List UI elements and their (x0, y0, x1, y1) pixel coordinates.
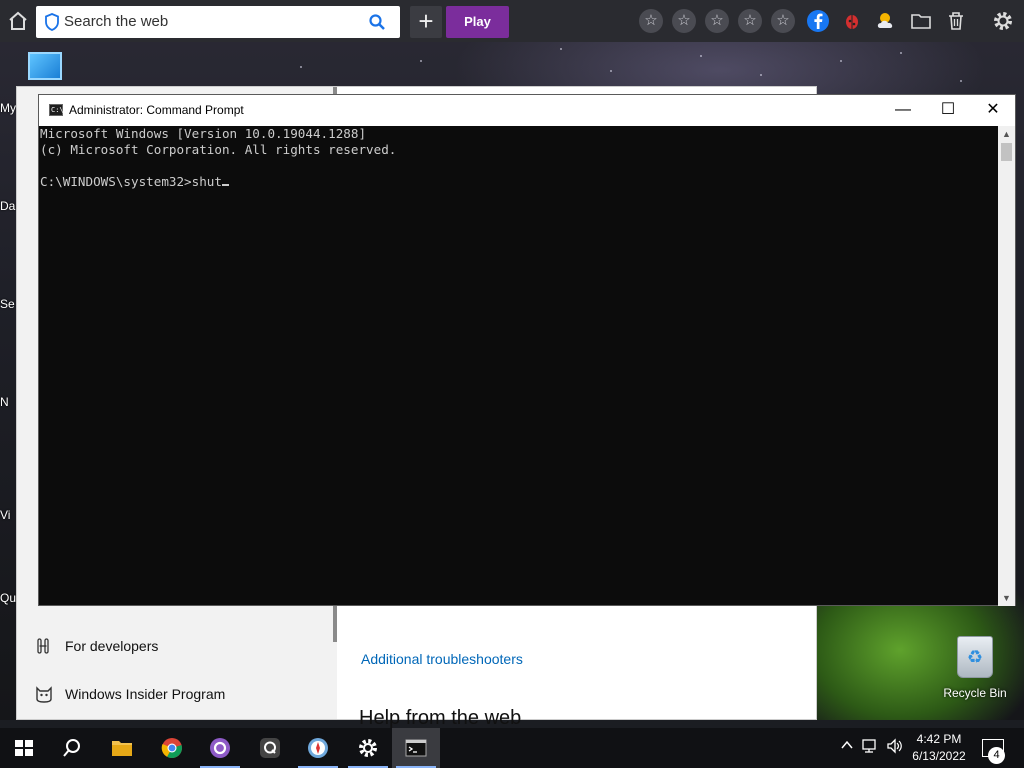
chevron-up-icon[interactable] (840, 738, 854, 755)
developer-tools-icon (35, 637, 53, 655)
settings-gear-icon[interactable] (344, 728, 392, 768)
star-icon[interactable]: ☆ (705, 9, 729, 33)
star-icon[interactable]: ☆ (738, 9, 762, 33)
scroll-down-arrow-icon[interactable]: ▼ (998, 590, 1015, 606)
close-button[interactable]: ✕ (970, 95, 1016, 126)
app-circle-icon[interactable] (196, 728, 244, 768)
search-placeholder: Search the web (64, 13, 169, 30)
desktop-icon-label[interactable]: Da (0, 199, 15, 213)
network-icon[interactable] (862, 738, 880, 757)
trash-icon[interactable] (944, 9, 968, 33)
web-search-box[interactable]: Search the web (36, 6, 400, 38)
sidebar-item-label: Windows Insider Program (65, 686, 226, 702)
scroll-up-arrow-icon[interactable]: ▲ (998, 126, 1015, 142)
desktop-icon-label[interactable]: My (0, 101, 16, 115)
notification-count-badge: 4 (988, 747, 1005, 764)
console-prompt-line: C:\WINDOWS\system32>shut (40, 174, 1000, 190)
windows-start-icon[interactable] (0, 728, 48, 768)
star-icon[interactable]: ☆ (672, 9, 696, 33)
play-button[interactable]: Play (446, 6, 509, 38)
desktop-icon-label[interactable]: Qu (0, 591, 16, 605)
vertical-scrollbar[interactable]: ▲ ▼ (998, 126, 1015, 606)
bug-icon[interactable] (840, 9, 864, 33)
system-clock[interactable]: 4:42 PM 6/13/2022 (906, 731, 972, 765)
insider-cat-icon (35, 685, 53, 703)
cmd-titlebar[interactable]: C:\_ Administrator: Command Prompt — ☐ ✕ (39, 95, 1015, 126)
home-icon[interactable] (6, 9, 30, 33)
folder-icon[interactable] (909, 9, 933, 33)
maximize-button[interactable]: ☐ (925, 95, 971, 126)
clock-date: 6/13/2022 (912, 749, 966, 763)
desktop-icon-label[interactable]: N (0, 395, 9, 409)
window-title: Administrator: Command Prompt (69, 103, 244, 117)
clock-time: 4:42 PM (916, 732, 962, 746)
this-pc-desktop-icon[interactable] (28, 52, 62, 80)
app-compass-icon[interactable] (294, 728, 342, 768)
star-icon[interactable]: ☆ (771, 9, 795, 33)
file-explorer-icon[interactable] (98, 728, 146, 768)
search-icon[interactable] (48, 728, 96, 768)
command-prompt-taskbar-icon[interactable] (392, 728, 440, 768)
taskbar: 4:42 PM 6/13/2022 4 (0, 728, 1024, 768)
console-output[interactable]: Microsoft Windows [Version 10.0.19044.12… (39, 126, 1000, 606)
chrome-icon[interactable] (148, 728, 196, 768)
star-icon[interactable]: ☆ (639, 9, 663, 33)
console-line: Microsoft Windows [Version 10.0.19044.12… (40, 126, 367, 141)
volume-icon[interactable] (886, 738, 904, 757)
search-icon[interactable] (368, 13, 386, 36)
additional-troubleshooters-link[interactable]: Additional troubleshooters (361, 651, 523, 667)
command-prompt-window: C:\_ Administrator: Command Prompt — ☐ ✕… (38, 94, 1016, 606)
shield-icon (44, 13, 60, 36)
facebook-icon[interactable] (806, 9, 830, 33)
desktop-icon-label[interactable]: Vi (0, 508, 10, 522)
console-command: C:\WINDOWS\system32>shut (40, 174, 222, 189)
console-line: (c) Microsoft Corporation. All rights re… (40, 142, 397, 157)
recycle-bin-label: Recycle Bin (943, 686, 1007, 700)
weather-icon[interactable] (874, 9, 898, 33)
desktop-icon-label[interactable]: Se (0, 297, 15, 311)
recycle-bin-icon: ♻ (957, 636, 993, 678)
sidebar-item-label: For developers (65, 638, 159, 654)
scrollbar-thumb[interactable] (1001, 143, 1012, 161)
recycle-bin-desktop-icon[interactable]: ♻ Recycle Bin (940, 636, 1010, 706)
help-from-web-heading: Help from the web (359, 707, 522, 729)
command-prompt-icon: C:\_ (49, 104, 68, 116)
add-button[interactable]: + (410, 6, 442, 38)
gear-icon[interactable] (991, 9, 1015, 33)
app-q-icon[interactable] (246, 728, 294, 768)
minimize-button[interactable]: — (880, 95, 926, 126)
top-toolbar: Search the web + Play ☆ ☆ ☆ ☆ ☆ (0, 0, 1024, 42)
text-cursor (221, 184, 229, 186)
